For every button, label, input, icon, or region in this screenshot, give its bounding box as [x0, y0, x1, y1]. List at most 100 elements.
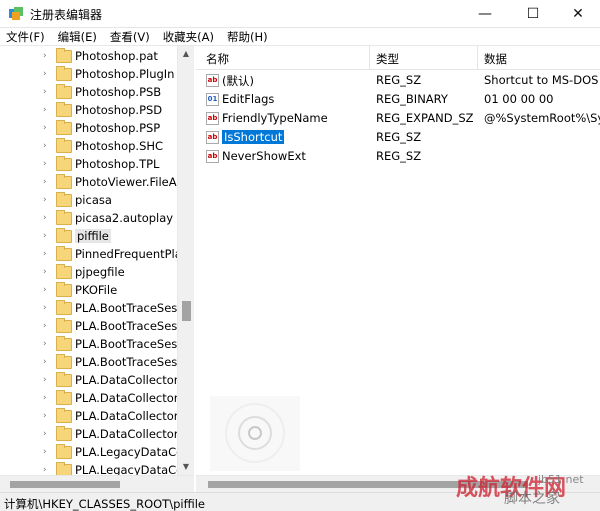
tree-item[interactable]: › PhotoViewer.FileAss	[0, 173, 189, 191]
tree-item[interactable]: › PLA.DataCollectorSe	[0, 425, 193, 443]
value-name: FriendlyTypeName	[222, 111, 328, 125]
menu-view[interactable]: 查看(V)	[110, 29, 150, 45]
folder-icon	[56, 335, 72, 351]
folder-icon	[56, 353, 72, 369]
value-name: NeverShowExt	[222, 149, 306, 163]
tree-item[interactable]: › pjpegfile	[0, 263, 180, 281]
scroll-up-arrow-icon[interactable]: ▲	[181, 49, 191, 59]
value-type: REG_SZ	[376, 149, 422, 163]
tree-item[interactable]: › picasa	[0, 191, 180, 209]
tree-scroll-thumb[interactable]	[182, 301, 191, 321]
value-row[interactable]: ab (默认) REG_SZ Shortcut to MS-DOS P	[196, 71, 600, 90]
menu-file[interactable]: 文件(F)	[6, 29, 45, 45]
column-header-data[interactable]: 数据	[484, 51, 507, 67]
tree-item[interactable]: › Photoshop.SHC	[0, 137, 180, 155]
tree-item[interactable]: › PLA.DataCollectorSe	[0, 371, 193, 389]
window-title: 注册表编辑器	[30, 8, 103, 22]
folder-icon	[56, 65, 72, 81]
tree-item[interactable]: › Photoshop.PSP	[0, 119, 180, 137]
expand-arrow-icon[interactable]: ›	[43, 321, 51, 331]
registry-key-tree[interactable]: › Photoshop.pat › Photoshop.PlugIn › Photos…	[0, 46, 194, 475]
expand-arrow-icon[interactable]: ›	[43, 177, 51, 187]
tree-item[interactable]: › picasa2.autoplay	[0, 209, 180, 227]
tree-item[interactable]: › Photoshop.pat	[0, 47, 180, 65]
tree-hscroll-thumb[interactable]	[10, 481, 120, 488]
expand-arrow-icon[interactable]: ›	[43, 393, 51, 403]
folder-icon	[56, 425, 72, 441]
expand-arrow-icon[interactable]: ›	[43, 447, 51, 457]
folder-icon	[56, 263, 72, 279]
folder-icon	[56, 245, 72, 261]
expand-arrow-icon[interactable]: ›	[43, 87, 51, 97]
scroll-down-arrow-icon[interactable]: ▼	[181, 462, 191, 472]
menu-edit[interactable]: 编辑(E)	[58, 29, 97, 45]
expand-arrow-icon[interactable]: ›	[43, 213, 51, 223]
tree-item[interactable]: › PLA.DataCollectorSe	[0, 389, 193, 407]
folder-icon	[56, 461, 72, 475]
expand-arrow-icon[interactable]: ›	[43, 123, 51, 133]
values-pane[interactable]: 名称 类型 数据 ab (默认) REG_SZ Shortcut to MS-D…	[196, 46, 600, 475]
folder-icon	[56, 101, 72, 117]
tree-item[interactable]: › PLA.LegacyDataColl	[0, 461, 190, 475]
expand-arrow-icon[interactable]: ›	[43, 285, 51, 295]
expand-arrow-icon[interactable]: ›	[43, 51, 51, 61]
tree-item[interactable]: › PLA.DataCollectorSe	[0, 407, 193, 425]
registry-icon	[9, 7, 23, 20]
expand-arrow-icon[interactable]: ›	[43, 141, 51, 151]
value-row[interactable]: ab NeverShowExt REG_SZ	[196, 147, 600, 166]
expand-arrow-icon[interactable]: ›	[43, 429, 51, 439]
expand-arrow-icon[interactable]: ›	[43, 339, 51, 349]
column-headers: 名称 类型 数据	[196, 46, 600, 70]
tree-item[interactable]: › PLA.BootTraceSessi	[0, 299, 186, 317]
tree-item[interactable]: › Photoshop.TPL	[0, 155, 180, 173]
value-type: REG_BINARY	[376, 92, 448, 106]
folder-icon	[56, 407, 72, 423]
folder-icon	[56, 227, 72, 243]
value-row[interactable]: ab FriendlyTypeName REG_EXPAND_SZ @%Syst…	[196, 109, 600, 128]
expand-arrow-icon[interactable]: ›	[43, 411, 51, 421]
tree-item[interactable]: › PinnedFrequentPlac	[0, 245, 188, 263]
expand-arrow-icon[interactable]: ›	[43, 303, 51, 313]
tree-item[interactable]: › PKOFile	[0, 281, 180, 299]
menu-help[interactable]: 帮助(H)	[227, 29, 268, 45]
folder-icon	[56, 191, 72, 207]
value-row[interactable]: 01 EditFlags REG_BINARY 01 00 00 00	[196, 90, 600, 109]
maximize-button[interactable]: ☐	[510, 0, 556, 28]
folder-icon	[56, 443, 72, 459]
close-button[interactable]: ✕	[555, 0, 600, 28]
expand-arrow-icon[interactable]: ›	[43, 249, 51, 259]
tree-item[interactable]: › Photoshop.PSB	[0, 83, 180, 101]
tree-item[interactable]: › Photoshop.PlugIn	[0, 65, 180, 83]
expand-arrow-icon[interactable]: ›	[43, 195, 51, 205]
tree-item-selected[interactable]: › piffile	[0, 227, 180, 245]
folder-icon	[56, 299, 72, 315]
expand-arrow-icon[interactable]: ›	[43, 231, 51, 241]
watermark-site: jb51.net	[538, 473, 584, 486]
minimize-button[interactable]: —	[462, 0, 508, 28]
string-value-icon: ab	[206, 150, 219, 163]
value-row-selected[interactable]: ab IsShortcut REG_SZ	[196, 128, 600, 147]
column-header-name[interactable]: 名称	[206, 51, 229, 67]
expand-arrow-icon[interactable]: ›	[43, 465, 51, 475]
maximize-icon: ☐	[526, 6, 540, 22]
column-divider[interactable]	[369, 46, 370, 70]
value-type: REG_SZ	[376, 130, 422, 144]
menu-bar: 文件(F) 编辑(E) 查看(V) 收藏夹(A) 帮助(H)	[0, 28, 600, 46]
expand-arrow-icon[interactable]: ›	[43, 159, 51, 169]
column-divider[interactable]	[477, 46, 478, 70]
tree-item[interactable]: › PLA.BootTraceSessi	[0, 335, 186, 353]
tree-item[interactable]: › PLA.LegacyDataColl	[0, 443, 190, 461]
value-name[interactable]: IsShortcut	[222, 130, 285, 144]
tree-vertical-scrollbar[interactable]: ▲ ▼	[177, 46, 194, 475]
menu-favorites[interactable]: 收藏夹(A)	[163, 29, 214, 45]
expand-arrow-icon[interactable]: ›	[43, 69, 51, 79]
expand-arrow-icon[interactable]: ›	[43, 105, 51, 115]
tree-item[interactable]: › PLA.BootTraceSessi	[0, 353, 186, 371]
expand-arrow-icon[interactable]: ›	[43, 375, 51, 385]
tree-item[interactable]: › Photoshop.PSD	[0, 101, 180, 119]
column-header-type[interactable]: 类型	[376, 51, 399, 67]
tree-item[interactable]: › PLA.BootTraceSessi	[0, 317, 186, 335]
tree-horizontal-scrollbar[interactable]	[0, 475, 194, 492]
expand-arrow-icon[interactable]: ›	[43, 357, 51, 367]
expand-arrow-icon[interactable]: ›	[43, 267, 51, 277]
